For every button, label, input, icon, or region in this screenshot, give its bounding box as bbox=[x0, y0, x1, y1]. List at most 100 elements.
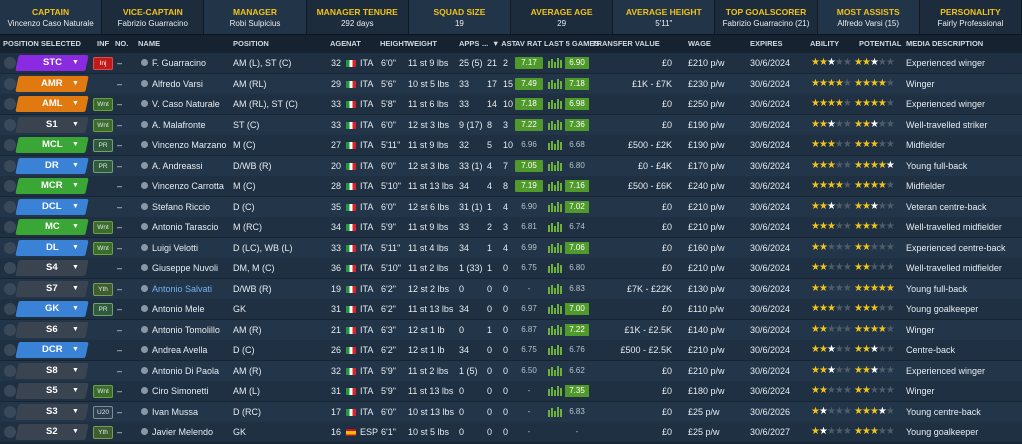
info-badge[interactable]: PR bbox=[93, 139, 113, 152]
select-circle[interactable] bbox=[4, 221, 16, 233]
chevron-down-icon[interactable]: ▼ bbox=[72, 260, 79, 276]
chevron-down-icon[interactable]: ▼ bbox=[72, 96, 79, 112]
summary-captain[interactable]: CAPTAIN Vincenzo Caso Naturale bbox=[0, 0, 103, 34]
col-inf[interactable]: INF bbox=[97, 39, 109, 48]
chevron-down-icon[interactable]: ▼ bbox=[72, 322, 79, 338]
table-row[interactable]: S5 ▼ Wnt – Ciro Simonetti AM (L) 31 ITA 5'9" 11 s… bbox=[0, 381, 1022, 402]
player-name[interactable]: Luigi Velotti bbox=[152, 238, 198, 258]
chevron-down-icon[interactable]: ▼ bbox=[72, 281, 79, 297]
player-nationality[interactable]: ESP bbox=[360, 422, 378, 442]
col-potential[interactable]: POTENTIAL bbox=[859, 39, 902, 48]
col-age[interactable]: AGE bbox=[330, 39, 346, 48]
select-circle[interactable] bbox=[4, 303, 16, 315]
info-badge[interactable]: Yth bbox=[93, 282, 113, 296]
summary-vice-captain[interactable]: VICE-CAPTAIN Fabrizio Guarracino bbox=[102, 0, 205, 34]
player-name[interactable]: Antonio Di Paola bbox=[152, 361, 219, 381]
summary-manager[interactable]: MANAGER Robi Sulpicius bbox=[204, 0, 307, 34]
chevron-down-icon[interactable]: ▼ bbox=[72, 158, 79, 174]
player-nationality[interactable]: ITA bbox=[360, 258, 373, 278]
summary-manager-tenure[interactable]: MANAGER TENURE 292 days bbox=[306, 0, 409, 34]
col-ability[interactable]: ABILITY bbox=[810, 39, 839, 48]
player-name[interactable]: V. Caso Naturale bbox=[152, 94, 220, 114]
player-nationality[interactable]: ITA bbox=[360, 74, 373, 94]
col-ast[interactable]: ▼ AST bbox=[492, 39, 516, 48]
player-name[interactable]: Stefano Riccio bbox=[152, 197, 210, 217]
table-row[interactable]: AMR ▼ – Alfredo Varsi AM (RL) 29 ITA 5'6" 10 st … bbox=[0, 73, 1022, 95]
col-apps[interactable]: APPS bbox=[459, 39, 479, 48]
chevron-down-icon[interactable]: ▼ bbox=[72, 240, 79, 256]
summary-top-goalscorer[interactable]: TOP GOALSCORER Fabrizio Guarracino (21) bbox=[715, 0, 818, 34]
summary-personality[interactable]: PERSONALITY Fairly Professional bbox=[919, 0, 1022, 34]
player-nationality[interactable]: ITA bbox=[360, 299, 373, 319]
info-badge[interactable]: Wnt bbox=[93, 241, 113, 255]
table-row[interactable]: MC ▼ Wnt – Antonio Tarascio M (RC) 34 ITA 5'9" 11… bbox=[0, 217, 1022, 238]
col-name[interactable]: NAME bbox=[138, 39, 160, 48]
info-badge[interactable]: Wnt bbox=[93, 98, 113, 111]
select-circle[interactable] bbox=[4, 57, 16, 69]
info-badge[interactable]: Wnt bbox=[93, 118, 113, 132]
player-nationality[interactable]: ITA bbox=[360, 361, 373, 381]
info-badge[interactable]: U20 bbox=[93, 405, 113, 419]
select-circle[interactable] bbox=[4, 241, 16, 254]
chevron-down-icon[interactable]: ▼ bbox=[72, 342, 79, 358]
player-nationality[interactable]: ITA bbox=[360, 217, 373, 237]
player-name[interactable]: Alfredo Varsi bbox=[152, 74, 203, 94]
chevron-down-icon[interactable]: ▼ bbox=[72, 424, 79, 440]
select-circle[interactable] bbox=[4, 262, 16, 274]
player-nationality[interactable]: ITA bbox=[360, 402, 373, 422]
player-nationality[interactable]: ITA bbox=[360, 135, 373, 155]
table-row[interactable]: DCL ▼ – Stefano Riccio D (C) 35 ITA 6'0" 12 st 6… bbox=[0, 196, 1022, 218]
select-circle[interactable] bbox=[4, 200, 16, 213]
chevron-down-icon[interactable]: ▼ bbox=[72, 404, 79, 420]
player-nationality[interactable]: ITA bbox=[360, 176, 373, 196]
info-badge[interactable]: Wnt bbox=[93, 385, 113, 398]
table-row[interactable]: S4 ▼ – Giuseppe Nuvoli DM, M (C) 36 ITA 5'10" 11… bbox=[0, 258, 1022, 279]
player-nationality[interactable]: ITA bbox=[360, 381, 373, 401]
select-circle[interactable] bbox=[4, 98, 16, 110]
chevron-down-icon[interactable]: ▼ bbox=[72, 383, 79, 399]
table-row[interactable]: S2 ▼ Yth – Javier Melendo GK 16 ESP 6'1" 10 st 5 … bbox=[0, 422, 1022, 443]
col-expires[interactable]: EXPIRES bbox=[750, 39, 783, 48]
player-nationality[interactable]: ITA bbox=[360, 115, 373, 135]
chevron-down-icon[interactable]: ▼ bbox=[72, 199, 79, 215]
chevron-down-icon[interactable]: ▼ bbox=[72, 137, 79, 153]
info-badge[interactable]: PR bbox=[93, 159, 113, 173]
select-circle[interactable] bbox=[4, 159, 16, 172]
player-nationality[interactable]: ITA bbox=[360, 94, 373, 114]
info-badge[interactable]: Inj bbox=[93, 57, 113, 70]
info-badge[interactable]: Wnt bbox=[93, 221, 113, 234]
table-row[interactable]: GK ▼ PR – Antonio Mele GK 31 ITA 6'2" 11 st 13 lb… bbox=[0, 299, 1022, 320]
select-circle[interactable] bbox=[4, 180, 16, 192]
select-circle[interactable] bbox=[4, 118, 16, 131]
chevron-down-icon[interactable]: ▼ bbox=[72, 178, 79, 194]
player-name[interactable]: Antonio Tarascio bbox=[152, 217, 218, 237]
player-name[interactable]: Antonio Mele bbox=[152, 299, 205, 319]
select-circle[interactable] bbox=[4, 77, 16, 90]
select-circle[interactable] bbox=[4, 385, 16, 397]
table-row[interactable]: MCL ▼ PR – Vincenzo Marzano M (C) 27 ITA 5'11" 11… bbox=[0, 135, 1022, 156]
player-nationality[interactable]: ITA bbox=[360, 197, 373, 217]
info-badge[interactable]: Yth bbox=[93, 426, 113, 439]
select-circle[interactable] bbox=[4, 323, 16, 336]
player-name[interactable]: Ivan Mussa bbox=[152, 402, 198, 422]
select-circle[interactable] bbox=[4, 344, 16, 356]
player-name[interactable]: Ciro Simonetti bbox=[152, 381, 209, 401]
col-wage[interactable]: WAGE bbox=[688, 39, 711, 48]
col-weight[interactable]: WEIGHT bbox=[407, 39, 437, 48]
col-transfer[interactable]: TRANSFER VALUE bbox=[592, 39, 660, 48]
player-nationality[interactable]: ITA bbox=[360, 238, 373, 258]
player-name[interactable]: F. Guarracino bbox=[152, 53, 206, 73]
select-circle[interactable] bbox=[4, 282, 16, 295]
player-nationality[interactable]: ITA bbox=[360, 53, 373, 73]
col-height[interactable]: HEIGHT bbox=[380, 39, 408, 48]
col-media[interactable]: MEDIA DESCRIPTION bbox=[906, 39, 983, 48]
chevron-down-icon[interactable]: ▼ bbox=[72, 219, 79, 235]
player-name[interactable]: A. Malafronte bbox=[152, 115, 206, 135]
player-name[interactable]: Vincenzo Marzano bbox=[152, 135, 226, 155]
table-row[interactable]: AML ▼ Wnt – V. Caso Naturale AM (RL), ST (C) 3… bbox=[0, 94, 1022, 115]
player-nationality[interactable]: ITA bbox=[360, 320, 373, 340]
table-row[interactable]: S8 ▼ – Antonio Di Paola AM (R) 32 ITA 5'9" 11 st… bbox=[0, 360, 1022, 382]
player-name[interactable]: Giuseppe Nuvoli bbox=[152, 258, 218, 278]
player-nationality[interactable]: ITA bbox=[360, 340, 373, 360]
table-row[interactable]: STC ▼ Inj – F. Guarracino AM (L), ST (C) 32 ITA… bbox=[0, 53, 1022, 74]
